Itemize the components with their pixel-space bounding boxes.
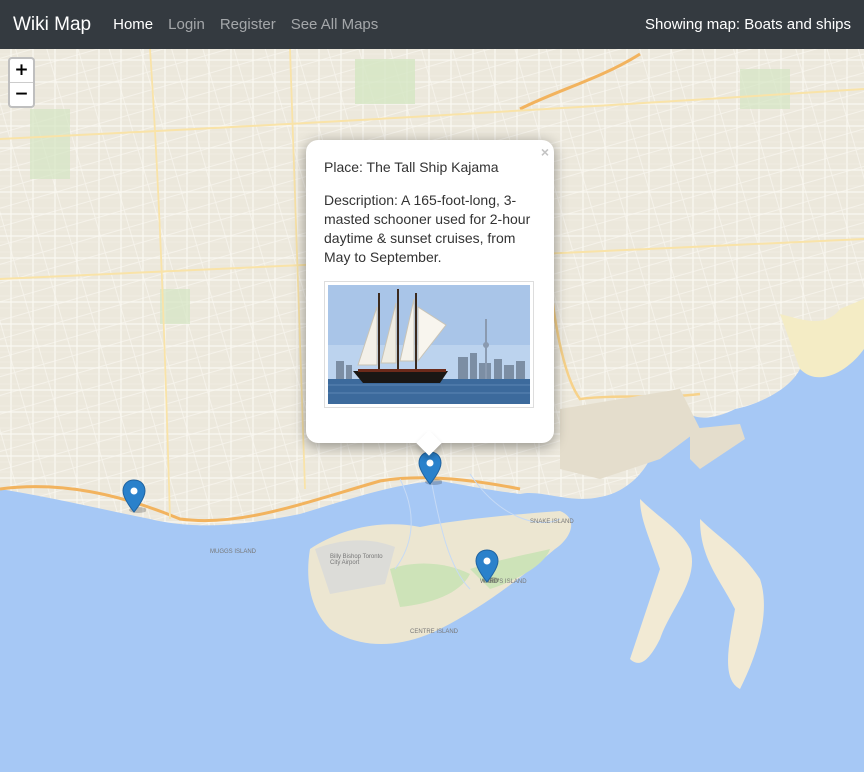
map-marker-icon[interactable] bbox=[122, 479, 146, 513]
top-navbar: Wiki Map Home Login Register See All Map… bbox=[0, 0, 864, 49]
nav-home[interactable]: Home bbox=[113, 16, 153, 33]
nav-see-all-maps[interactable]: See All Maps bbox=[291, 16, 379, 33]
map-label-muggs-island: MUGGS ISLAND bbox=[210, 549, 257, 555]
map-marker-icon[interactable] bbox=[475, 549, 499, 583]
map-label-centre-island: CENTRE ISLAND bbox=[410, 629, 459, 635]
marker-popup: × Place: The Tall Ship Kajama Descriptio… bbox=[306, 140, 554, 456]
zoom-control: + − bbox=[8, 57, 35, 108]
nav-login[interactable]: Login bbox=[168, 16, 205, 33]
zoom-out-button[interactable]: − bbox=[10, 82, 33, 106]
nav-register[interactable]: Register bbox=[220, 16, 276, 33]
zoom-in-button[interactable]: + bbox=[10, 59, 33, 82]
map-label-airport: Billy Bishop Toronto City Airport bbox=[330, 554, 383, 566]
popup-description: Description: A 165-foot-long, 3-masted s… bbox=[324, 192, 531, 265]
popup-photo bbox=[324, 281, 534, 408]
map-label-snake-island: SNAKE ISLAND bbox=[530, 519, 574, 525]
map-marker-icon[interactable] bbox=[418, 451, 442, 485]
brand-link[interactable]: Wiki Map bbox=[13, 14, 91, 36]
tall-ship-photo bbox=[328, 285, 530, 404]
popup-place: Place: The Tall Ship Kajama bbox=[324, 159, 499, 175]
popup-close-button[interactable]: × bbox=[541, 143, 549, 162]
current-map-status: Showing map: Boats and ships bbox=[645, 16, 851, 33]
